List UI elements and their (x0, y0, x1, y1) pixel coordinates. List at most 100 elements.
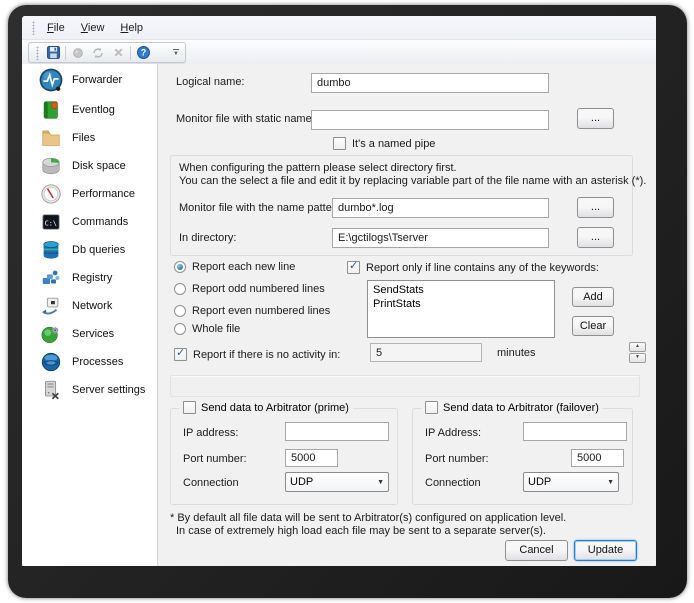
services-icon (38, 321, 64, 347)
sidebar-item-label: Network (72, 300, 113, 312)
check-icon: ✓ (176, 347, 186, 359)
failover-connection-value: UDP (528, 476, 552, 488)
arbitrator-prime-checkbox[interactable] (183, 401, 196, 414)
cancel-button[interactable]: Cancel (505, 540, 568, 561)
performance-icon (38, 181, 64, 207)
record-icon[interactable] (68, 44, 88, 62)
minutes-spinner: ▲ ▼ (629, 342, 646, 363)
refresh-icon[interactable] (88, 44, 108, 62)
keyword-item[interactable]: SendStats (368, 283, 554, 297)
sidebar-item-processes[interactable]: Processes (22, 348, 158, 376)
arbitrator-prime-groupbox: Send data to Arbitrator (prime) IP addre… (170, 401, 398, 505)
check-icon: ✓ (349, 260, 359, 272)
registry-icon (38, 265, 64, 291)
arbitrator-failover-groupbox: Send data to Arbitrator (failover) IP Ad… (412, 401, 633, 505)
browse-static-name-button[interactable]: ... (577, 108, 614, 129)
server-settings-icon (38, 377, 64, 403)
report-mode-row: Report even numbered lines (174, 305, 330, 317)
sidebar-item-performance[interactable]: Performance (22, 180, 158, 208)
toolbar-separator (65, 45, 66, 60)
sidebar-item-forwarder[interactable]: Forwarder (22, 66, 158, 94)
sidebar-item-registry[interactable]: Registry (22, 264, 158, 292)
sidebar-item-server-settings[interactable]: Server settings (22, 376, 158, 404)
sidebar-item-label: Db queries (72, 244, 126, 256)
arbitrator-failover-label: Send data to Arbitrator (failover) (443, 401, 599, 414)
sidebar-item-label: Registry (72, 272, 113, 284)
toolbar-separator (130, 45, 131, 60)
empty-status-panel (170, 375, 640, 397)
failover-port-input[interactable] (571, 449, 624, 467)
report-mode-row: Whole file (174, 323, 240, 335)
directory-label: In directory: (179, 232, 237, 244)
processes-icon (38, 349, 64, 375)
sidebar-item-label: Commands (72, 216, 129, 228)
failover-port-label: Port number: (425, 453, 489, 465)
sidebar-item-label: Services (72, 328, 115, 340)
prime-connection-dropdown[interactable]: UDP ▼ (285, 472, 389, 492)
no-activity-checkbox[interactable]: ✓ (174, 347, 187, 361)
arbitrator-failover-title: Send data to Arbitrator (failover) (421, 401, 603, 414)
failover-ip-input[interactable] (523, 422, 627, 441)
delete-icon[interactable] (108, 44, 128, 62)
sidebar-item-label: Forwarder (72, 74, 123, 86)
radio-label: Report odd numbered lines (192, 283, 325, 295)
sidebar-item-files[interactable]: Files (22, 124, 158, 152)
pattern-input[interactable] (332, 198, 549, 218)
spinner-down-icon[interactable]: ▼ (629, 353, 646, 363)
chevron-down-icon: ▼ (607, 478, 614, 486)
menu-help[interactable]: Help (112, 19, 151, 37)
no-activity-minutes-input[interactable] (370, 343, 482, 362)
keywords-checkbox[interactable]: ✓ (347, 260, 360, 274)
sidebar-item-services[interactable]: Services (22, 320, 158, 348)
sidebar-item-label: Files (72, 132, 96, 144)
radio-each-new-line[interactable] (174, 261, 186, 273)
commands-icon: C:\ (38, 209, 64, 235)
toolbar-strip: ? ▼ (22, 40, 656, 64)
sidebar-item-eventlog[interactable]: Eventlog (22, 96, 158, 124)
radio-whole-file[interactable] (174, 323, 186, 335)
browse-pattern-button[interactable]: ... (577, 197, 614, 218)
failover-connection-dropdown[interactable]: UDP ▼ (523, 472, 619, 492)
keyword-item[interactable]: PrintStats (368, 297, 554, 311)
forwarder-icon (38, 67, 64, 93)
static-name-input[interactable] (311, 110, 549, 130)
browse-directory-button[interactable]: ... (577, 227, 614, 248)
chevron-down-icon: ▼ (377, 478, 384, 486)
menu-file[interactable]: File (39, 19, 73, 37)
keywords-listbox[interactable]: SendStats PrintStats (367, 280, 555, 338)
add-keyword-button[interactable]: Add (572, 287, 614, 307)
sidebar-item-commands[interactable]: C:\ Commands (22, 208, 158, 236)
menu-gripper[interactable] (32, 20, 35, 35)
prime-ip-label: IP address: (183, 427, 239, 439)
toolbar-gripper[interactable] (36, 45, 39, 60)
keywords-row: ✓ Report only if line contains any of th… (347, 260, 599, 274)
named-pipe-row: It's a named pipe (333, 137, 435, 150)
named-pipe-checkbox[interactable] (333, 137, 346, 150)
save-icon[interactable] (43, 44, 63, 62)
update-button[interactable]: Update (574, 540, 637, 561)
prime-port-input[interactable] (285, 449, 338, 467)
failover-ip-label: IP Address: (425, 427, 482, 439)
prime-ip-input[interactable] (285, 422, 389, 441)
help-icon[interactable]: ? (133, 44, 153, 62)
spinner-up-icon[interactable]: ▲ (629, 342, 646, 352)
static-name-label: Monitor file with static name: (176, 113, 315, 125)
sidebar-item-disk-space[interactable]: Disk space (22, 152, 158, 180)
radio-even-lines[interactable] (174, 305, 186, 317)
app-window: File View Help ? ▼ Forwarder Eventlog Fi… (22, 16, 656, 566)
toolbar-overflow-button[interactable]: ▼ (170, 44, 182, 62)
minutes-unit-label: minutes (497, 347, 536, 359)
logical-name-input[interactable] (311, 73, 549, 93)
arbitrator-failover-checkbox[interactable] (425, 401, 438, 414)
clear-keywords-button[interactable]: Clear (572, 316, 614, 336)
toolbar: ? ▼ (28, 42, 186, 63)
prime-connection-value: UDP (290, 476, 314, 488)
sidebar-item-db-queries[interactable]: Db queries (22, 236, 158, 264)
sidebar-item-network[interactable]: Network (22, 292, 158, 320)
sidebar: Forwarder Eventlog Files Disk space Perf… (22, 64, 158, 566)
menu-view[interactable]: View (73, 19, 113, 37)
directory-input[interactable] (332, 228, 549, 248)
disk-space-icon (38, 153, 64, 179)
arbitrator-prime-title: Send data to Arbitrator (prime) (179, 401, 353, 414)
radio-odd-lines[interactable] (174, 283, 186, 295)
